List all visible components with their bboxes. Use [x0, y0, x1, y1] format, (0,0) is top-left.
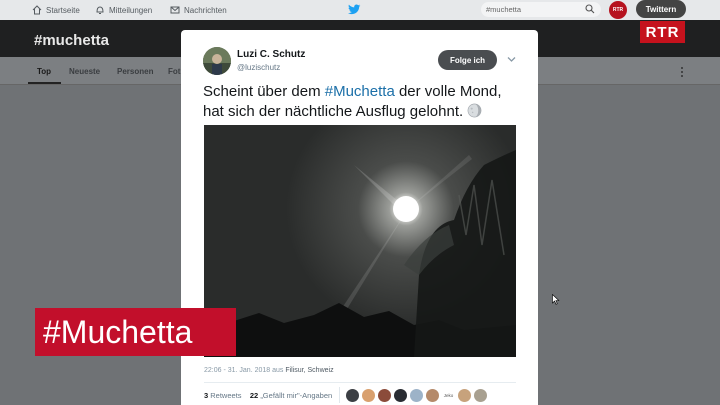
broadcaster-logo: RTR: [640, 21, 685, 43]
liker-avatar[interactable]: [346, 389, 359, 402]
tweet-text: Scheint über dem #Muchetta der volle Mon…: [203, 82, 523, 122]
tweet-time-text: 22:06 - 31. Jan. 2018 aus: [204, 367, 286, 374]
tweet-text-start: Scheint über dem: [203, 83, 325, 100]
envelope-icon: [170, 6, 180, 14]
nav-notifications[interactable]: Mitteilungen: [95, 3, 152, 17]
full-moon-night-photo: [204, 125, 516, 357]
author-avatar[interactable]: [203, 47, 231, 75]
moon-icon: [468, 103, 482, 118]
liker-avatar[interactable]: [458, 389, 471, 402]
retweets-count[interactable]: 3: [204, 391, 208, 400]
tweet-photo[interactable]: [204, 125, 516, 357]
tab-people[interactable]: Personen: [117, 67, 153, 76]
active-tab-indicator: [28, 82, 61, 84]
nav-notifications-label: Mitteilungen: [109, 5, 153, 15]
liker-avatar[interactable]: [394, 389, 407, 402]
following-button[interactable]: Folge ich: [438, 50, 497, 70]
likes-count[interactable]: 22: [250, 391, 258, 400]
hashtag-link[interactable]: #Muchetta: [325, 83, 395, 100]
home-icon: [32, 5, 42, 15]
stats-separator: [339, 387, 340, 403]
tweet-stats: 3 Retweets 22 „Gefällt mir"-Angaben: [204, 391, 332, 400]
likes-label[interactable]: „Gefällt mir"-Angaben: [260, 391, 332, 400]
broadcast-title-overlay: #Muchetta: [35, 308, 236, 356]
profile-avatar[interactable]: RTR: [609, 1, 627, 19]
search-icon[interactable]: [585, 4, 595, 14]
liker-avatar[interactable]: [410, 389, 423, 402]
twitter-bird-icon[interactable]: [348, 3, 361, 16]
tab-latest[interactable]: Neueste: [69, 67, 100, 76]
author-avatar-image: [203, 47, 231, 75]
mouse-cursor-icon: [552, 294, 560, 305]
bell-icon: [96, 6, 104, 14]
tab-top[interactable]: Top: [37, 67, 51, 76]
nav-home[interactable]: Startseite: [32, 3, 80, 17]
retweets-label[interactable]: Retweets: [210, 391, 241, 400]
chevron-down-icon[interactable]: [507, 56, 516, 63]
tab-photos[interactable]: Fot: [168, 67, 180, 76]
nav-messages[interactable]: Nachrichten: [170, 3, 227, 17]
liker-avatar[interactable]: [426, 389, 439, 402]
tweet-timestamp: 22:06 - 31. Jan. 2018 aus Filisur, Schwe…: [204, 367, 334, 374]
top-nav: Startseite Mitteilungen Nachrichten #muc…: [0, 0, 720, 20]
liker-avatar-text[interactable]: Jeko: [442, 389, 455, 402]
divider: [204, 382, 516, 383]
author-handle[interactable]: @luzischutz: [237, 63, 280, 72]
nav-messages-label: Nachrichten: [184, 5, 227, 15]
liker-avatar[interactable]: [378, 389, 391, 402]
liker-avatar[interactable]: [362, 389, 375, 402]
tweet-button[interactable]: Twittern: [636, 0, 686, 18]
likers-list: Jeko: [346, 389, 487, 402]
more-vertical-icon[interactable]: [680, 66, 684, 78]
page-title: #muchetta: [34, 32, 110, 49]
author-name[interactable]: Luzi C. Schutz: [237, 49, 305, 60]
nav-home-label: Startseite: [46, 5, 80, 15]
search-input[interactable]: #muchetta: [481, 2, 601, 17]
liker-avatar[interactable]: [474, 389, 487, 402]
tweet-location-link[interactable]: Filisur, Schweiz: [285, 367, 333, 374]
